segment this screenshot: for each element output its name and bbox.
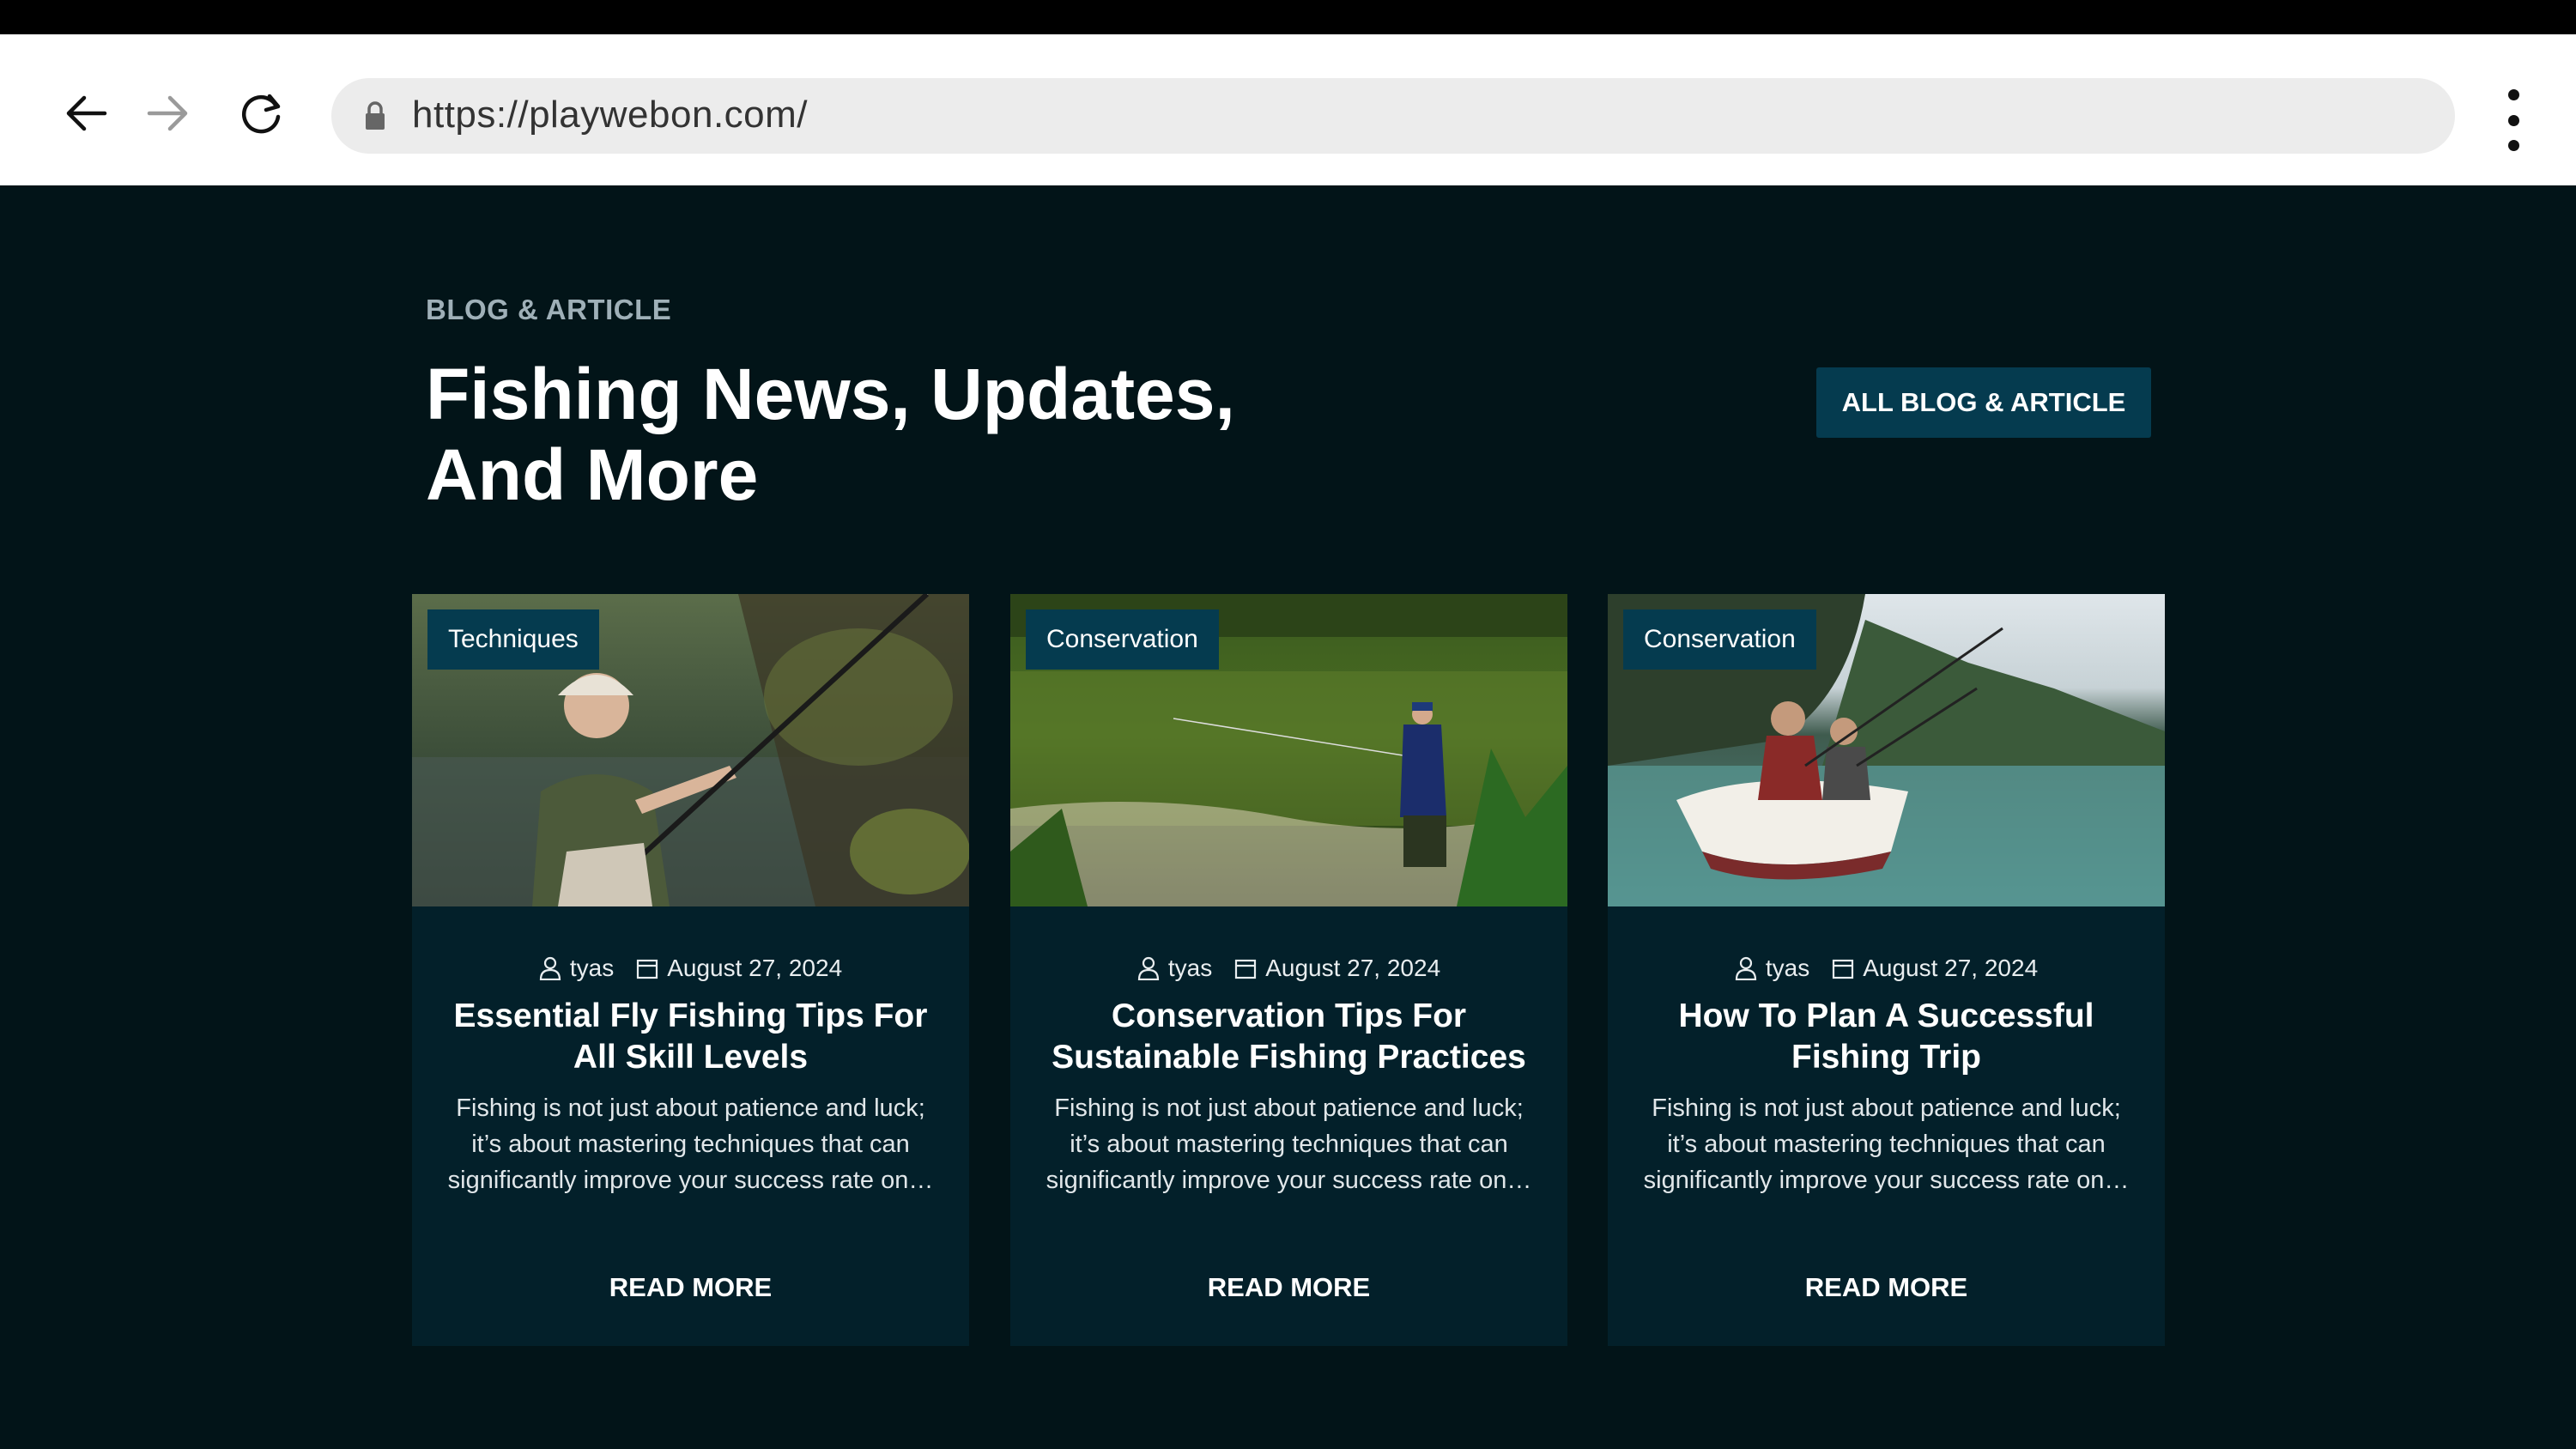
card-excerpt: Fishing is not just about patience and l… [1046,1094,1532,1194]
card-title[interactable]: Essential Fly Fishing Tips For All Skill… [446,996,935,1078]
card-excerpt: Fishing is not just about patience and l… [447,1094,934,1194]
post-date[interactable]: August 27, 2024 [1832,955,2038,982]
post-date[interactable]: August 27, 2024 [636,955,842,982]
card-title[interactable]: Conservation Tips For Sustainable Fishin… [1045,996,1533,1078]
browser-toolbar: https://playwebon.com/ [0,34,2576,185]
category-badge[interactable]: Conservation [1623,609,1816,670]
headline-line-1: Fishing News, Updates, [426,354,1235,434]
author-name: tyas [1765,955,1810,981]
title-line-1: Conservation Tips For [1111,997,1467,1034]
kebab-dot-icon [2507,89,2519,100]
category-badge[interactable]: Techniques [427,609,599,670]
read-more-link[interactable]: READ MORE [1010,1272,1567,1303]
blog-card[interactable]: Conservation tyas August 27, 2024 Conser… [1010,594,1567,1346]
reload-button[interactable] [233,86,288,141]
date-text: August 27, 2024 [1265,955,1441,981]
user-icon [539,956,561,980]
post-date[interactable]: August 27, 2024 [1234,955,1440,982]
card-meta: tyas August 27, 2024 [1010,955,1567,982]
read-more-link[interactable]: READ MORE [1608,1272,2165,1303]
section-eyebrow: BLOG & ARTICLE [426,294,672,325]
author[interactable]: tyas [1735,955,1809,982]
blog-card[interactable]: Conservation tyas August 27, 2024 How To… [1608,594,2165,1346]
title-line-1: Essential Fly Fishing Tips For [453,997,928,1034]
author-name: tyas [569,955,615,981]
calendar-icon [1235,959,1257,979]
date-text: August 27, 2024 [1863,955,2039,981]
card-title[interactable]: How To Plan A Successful Fishing Trip [1642,996,2131,1078]
title-line-1: How To Plan A Successful [1678,997,2094,1034]
url-text: https://playwebon.com/ [412,94,809,136]
address-bar[interactable]: https://playwebon.com/ [331,78,2455,154]
system-status-bar [0,0,2576,34]
browser-menu-button[interactable] [2489,89,2537,151]
arrow-left-icon [66,95,107,131]
kebab-dot-icon [2507,140,2519,151]
card-image[interactable]: Conservation [1010,594,1567,906]
user-icon [1137,956,1159,980]
title-line-2: Fishing Trip [1791,1039,1981,1076]
author[interactable]: tyas [1137,955,1212,982]
arrow-right-icon [147,95,188,131]
lock-icon [366,101,385,130]
card-excerpt: Fishing is not just about patience and l… [1643,1094,2130,1194]
card-image[interactable]: Techniques [412,594,969,906]
author-name: tyas [1167,955,1213,981]
read-more-link[interactable]: READ MORE [412,1272,969,1303]
title-line-2: Sustainable Fishing Practices [1052,1039,1526,1076]
kebab-dot-icon [2507,114,2519,126]
date-text: August 27, 2024 [667,955,843,981]
card-image[interactable]: Conservation [1608,594,2165,906]
back-button[interactable] [58,86,113,141]
card-meta: tyas August 27, 2024 [1608,955,2165,982]
section-headline: Fishing News, Updates, And More [426,354,1370,515]
reload-icon [242,94,281,134]
blog-card[interactable]: Techniques tyas August 27, 2024 Essentia… [412,594,969,1346]
author[interactable]: tyas [539,955,614,982]
user-icon [1735,956,1756,980]
forward-button[interactable] [141,86,196,141]
headline-line-2: And More [426,434,759,515]
calendar-icon [1833,959,1854,979]
category-badge[interactable]: Conservation [1026,609,1219,670]
blog-section: BLOG & ARTICLE Fishing News, Updates, An… [0,185,2576,1449]
all-blog-article-button[interactable]: ALL BLOG & ARTICLE [1816,367,2151,438]
title-line-2: All Skill Levels [573,1039,809,1076]
card-meta: tyas August 27, 2024 [412,955,969,982]
calendar-icon [637,959,658,979]
